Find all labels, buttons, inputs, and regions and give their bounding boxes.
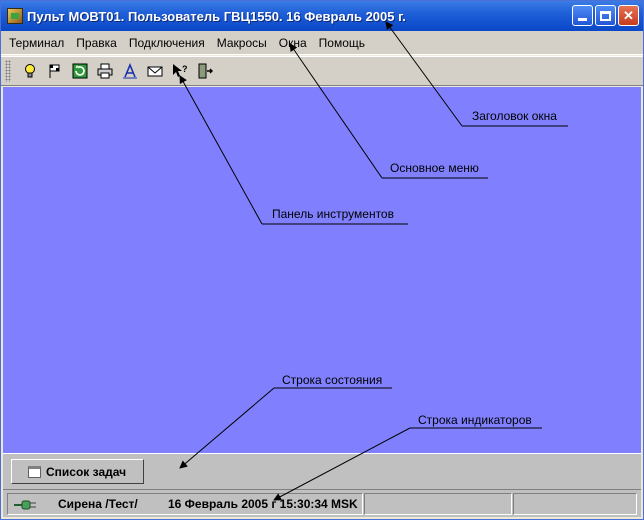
menu-macros[interactable]: Макросы [211, 32, 273, 54]
system-label: Сирена /Тест/ [58, 497, 138, 511]
exit-icon [198, 63, 213, 79]
annotation-status-line: Строка состояния [282, 373, 383, 387]
context-help-button[interactable]: ? [169, 60, 191, 82]
exit-button[interactable] [194, 60, 216, 82]
plug-icon [14, 500, 36, 510]
workspace-area[interactable] [3, 87, 641, 453]
maximize-button[interactable] [595, 5, 616, 26]
task-strip: Список задач [3, 453, 641, 489]
main-menu: Терминал Правка Подключения Макросы Окна… [1, 31, 643, 55]
task-list-button[interactable]: Список задач [11, 459, 144, 484]
title-bar[interactable]: Пульт МОВТ01. Пользователь ГВЦ1550. 16 Ф… [1, 1, 643, 31]
printer-icon [97, 63, 113, 79]
close-icon: ✕ [623, 7, 634, 23]
app-icon[interactable] [7, 8, 23, 24]
lightbulb-button[interactable] [19, 60, 41, 82]
font-icon [123, 63, 137, 79]
status-datetime: 16 Февраль 2005 г 15:30:34 MSK [168, 497, 358, 511]
menu-help[interactable]: Помощь [313, 32, 371, 54]
menu-edit[interactable]: Правка [70, 32, 123, 54]
refresh-icon [72, 63, 88, 79]
envelope-icon [147, 66, 163, 77]
svg-text:?: ? [182, 64, 188, 74]
flags-button[interactable] [44, 60, 66, 82]
annotation-window-title: Заголовок окна [472, 109, 557, 123]
app-window: Пульт МОВТ01. Пользователь ГВЦ1550. 16 Ф… [0, 0, 644, 520]
annotation-toolbar: Панель инструментов [272, 207, 394, 221]
menu-connections[interactable]: Подключения [123, 32, 211, 54]
mail-button[interactable] [144, 60, 166, 82]
close-button[interactable]: ✕ [618, 5, 639, 26]
menu-terminal[interactable]: Терминал [3, 32, 70, 54]
print-button[interactable] [94, 60, 116, 82]
indicator-panel-1 [364, 493, 512, 515]
menu-windows[interactable]: Окна [273, 32, 313, 54]
status-panel-main: Сирена /Тест/ 16 Февраль 2005 г 15:30:34… [7, 493, 363, 515]
status-bar: Сирена /Тест/ 16 Февраль 2005 г 15:30:34… [3, 489, 641, 517]
lightbulb-icon [25, 64, 35, 78]
toolbar: ? [1, 56, 643, 86]
flags-icon [49, 64, 60, 78]
window-title: Пульт МОВТ01. Пользователь ГВЦ1550. 16 Ф… [27, 8, 406, 24]
annotation-main-menu: Основное меню [390, 161, 479, 175]
indicator-panel-2 [513, 493, 637, 515]
toolbar-grip[interactable] [5, 60, 11, 82]
minimize-icon [578, 18, 587, 21]
window-icon [28, 465, 41, 478]
window-controls: ✕ [572, 5, 639, 26]
minimize-button[interactable] [572, 5, 593, 26]
help-pointer-icon: ? [173, 64, 188, 77]
annotation-indicator-line: Строка индикаторов [418, 413, 532, 427]
maximize-icon [600, 10, 611, 21]
refresh-button[interactable] [69, 60, 91, 82]
font-button[interactable] [119, 60, 141, 82]
task-list-label: Список задач [46, 464, 127, 479]
